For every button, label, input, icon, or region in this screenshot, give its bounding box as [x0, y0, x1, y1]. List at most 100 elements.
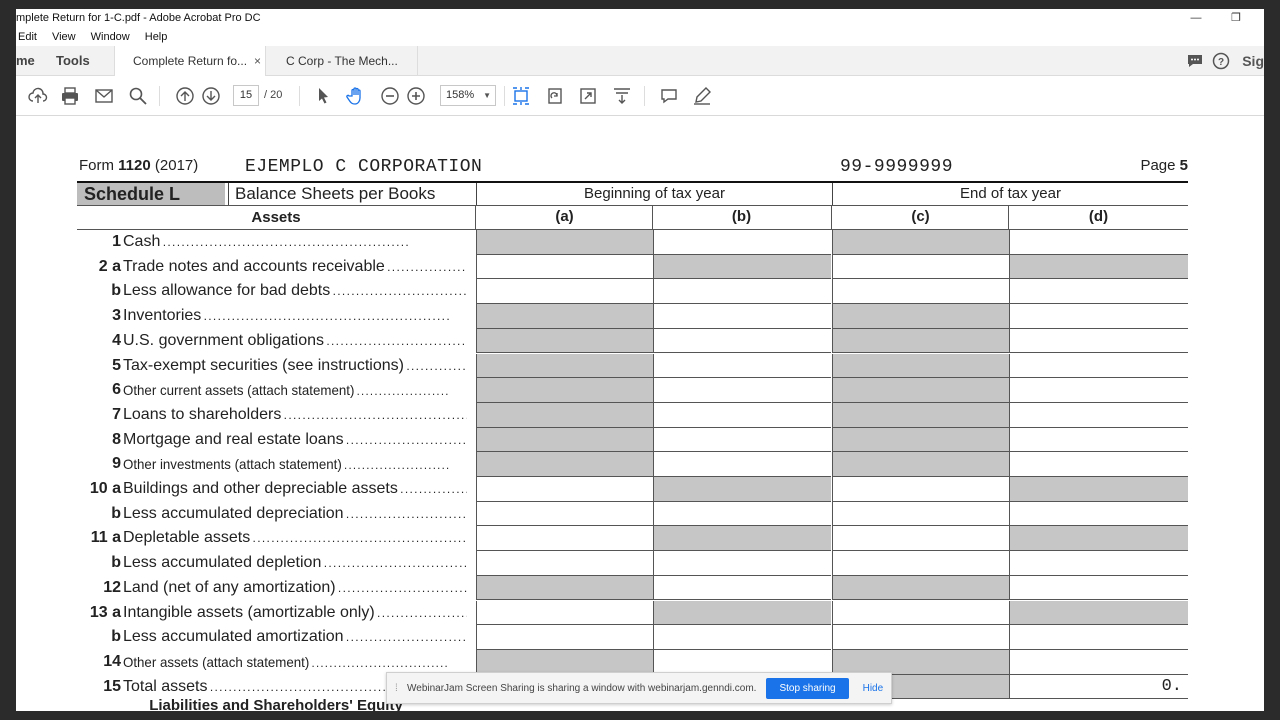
amount-cell-a[interactable] — [476, 477, 654, 502]
line-label: Inventories — [123, 304, 467, 329]
amount-cell-a — [476, 304, 654, 329]
zoom-in-icon[interactable] — [405, 85, 427, 107]
amount-cell-b[interactable] — [653, 649, 831, 675]
liabilities-header: Liabilities and Shareholders' Equity — [149, 697, 403, 711]
amount-cell-c — [832, 649, 1010, 675]
next-page-icon[interactable] — [200, 85, 222, 107]
amount-cell-c — [832, 402, 1010, 428]
column-b-header: (b) — [652, 206, 830, 230]
amount-cell-b[interactable] — [653, 353, 831, 379]
scroll-mode-icon[interactable] — [611, 85, 633, 107]
amount-cell-a[interactable] — [476, 551, 654, 576]
amount-cell-d[interactable] — [1009, 230, 1188, 255]
rotate-page-icon[interactable] — [544, 85, 566, 107]
hand-tool-icon[interactable] — [345, 85, 367, 107]
help-icon[interactable]: ? — [1212, 52, 1230, 70]
fit-page-icon[interactable] — [510, 85, 532, 107]
amount-cell-d[interactable] — [1009, 378, 1188, 403]
pen-icon[interactable] — [691, 85, 713, 107]
amount-cell-a[interactable] — [476, 526, 654, 552]
menu-window[interactable]: Window — [91, 28, 130, 46]
amount-cell-d[interactable] — [1009, 501, 1188, 527]
amount-cell-a[interactable] — [476, 254, 654, 280]
hide-link[interactable]: Hide — [863, 683, 884, 694]
amount-cell-d[interactable] — [1009, 279, 1188, 305]
amount-cell-b[interactable] — [653, 328, 831, 354]
amount-cell-d[interactable]: 0. — [1009, 674, 1188, 700]
tab-tools[interactable]: Tools — [56, 46, 90, 76]
amount-cell-b[interactable] — [653, 427, 831, 453]
amount-cell-b[interactable] — [653, 402, 831, 428]
minimize-button[interactable]: — — [1176, 9, 1216, 28]
amount-cell-a[interactable] — [476, 600, 654, 626]
menu-view[interactable]: View — [52, 28, 76, 46]
amount-cell-a[interactable] — [476, 279, 654, 305]
amount-cell-b[interactable] — [653, 304, 831, 329]
upload-cloud-icon[interactable] — [27, 85, 49, 107]
amount-cell-c[interactable] — [832, 526, 1010, 552]
search-icon[interactable] — [127, 85, 149, 107]
amount-cell-d[interactable] — [1009, 304, 1188, 329]
table-row: 8 Mortgage and real estate loans — [77, 427, 1188, 453]
amount-cell-d[interactable] — [1009, 402, 1188, 428]
tab-c-corp[interactable]: C Corp - The Mech... — [268, 46, 418, 76]
amount-cell-c[interactable] — [832, 600, 1010, 626]
tab-complete-return[interactable]: Complete Return fo... × — [114, 46, 266, 76]
amount-cell-b[interactable] — [653, 575, 831, 601]
chevron-down-icon: ▼ — [483, 91, 491, 100]
amount-cell-a[interactable] — [476, 625, 654, 650]
page-number-input[interactable]: 15 — [233, 85, 259, 106]
amount-cell-b[interactable] — [653, 378, 831, 403]
drag-handle-icon[interactable]: ⁞ — [395, 683, 401, 694]
amount-cell-d[interactable] — [1009, 575, 1188, 601]
amount-cell-d[interactable] — [1009, 452, 1188, 477]
comment-icon[interactable] — [658, 85, 680, 107]
toolbar-divider — [299, 86, 300, 106]
close-icon[interactable]: × — [254, 46, 261, 76]
amount-cell-c[interactable] — [832, 279, 1010, 305]
amount-cell-c — [832, 230, 1010, 255]
form-1120-page: Form 1120 (2017) EJEMPLO C CORPORATION 9… — [76, 117, 1188, 711]
share-message: WebinarJam Screen Sharing is sharing a w… — [407, 682, 757, 694]
full-screen-icon[interactable] — [577, 85, 599, 107]
amount-cell-b[interactable] — [653, 452, 831, 477]
menu-help[interactable]: Help — [145, 28, 168, 46]
print-icon[interactable] — [59, 85, 81, 107]
amount-cell-b[interactable] — [653, 551, 831, 576]
amount-cell-c[interactable] — [832, 625, 1010, 650]
amount-cell-a[interactable] — [476, 501, 654, 527]
amount-cell-d[interactable] — [1009, 353, 1188, 379]
amount-cell-c — [832, 353, 1010, 379]
select-cursor-icon[interactable] — [312, 85, 334, 107]
tab-label: Complete Return fo... — [133, 54, 248, 68]
amount-cell-d[interactable] — [1009, 328, 1188, 354]
amount-cell-d[interactable] — [1009, 625, 1188, 650]
amount-cell-b[interactable] — [653, 625, 831, 650]
amount-cell-b[interactable] — [653, 501, 831, 527]
line-label: Less accumulated depletion — [123, 551, 467, 576]
amount-cell-a — [476, 402, 654, 428]
line-label: Less allowance for bad debts — [123, 279, 467, 304]
amount-cell-b[interactable] — [653, 279, 831, 305]
previous-page-icon[interactable] — [174, 85, 196, 107]
amount-cell-d[interactable] — [1009, 551, 1188, 576]
zoom-out-icon[interactable] — [379, 85, 401, 107]
comment-bubble-icon[interactable] — [1186, 52, 1204, 70]
menu-edit[interactable]: Edit — [18, 28, 37, 46]
sign-in-link[interactable]: Sig — [1242, 53, 1264, 69]
amount-cell-c[interactable] — [832, 501, 1010, 527]
zoom-select[interactable]: 158% ▼ — [440, 85, 496, 106]
amount-cell-c — [832, 427, 1010, 453]
amount-cell-d[interactable] — [1009, 427, 1188, 453]
mail-icon[interactable] — [93, 85, 115, 107]
stop-sharing-button[interactable]: Stop sharing — [766, 677, 849, 699]
amount-cell-c[interactable] — [832, 254, 1010, 280]
amount-cell-c[interactable] — [832, 551, 1010, 576]
amount-cell-c[interactable] — [832, 477, 1010, 502]
document-view[interactable]: Form 1120 (2017) EJEMPLO C CORPORATION 9… — [16, 117, 1264, 711]
amount-cell-b[interactable] — [653, 230, 831, 255]
tab-home[interactable]: me — [16, 46, 35, 76]
maximize-button[interactable]: ❐ — [1216, 9, 1256, 28]
page-number: 5 — [1179, 157, 1188, 174]
amount-cell-d[interactable] — [1009, 649, 1188, 675]
